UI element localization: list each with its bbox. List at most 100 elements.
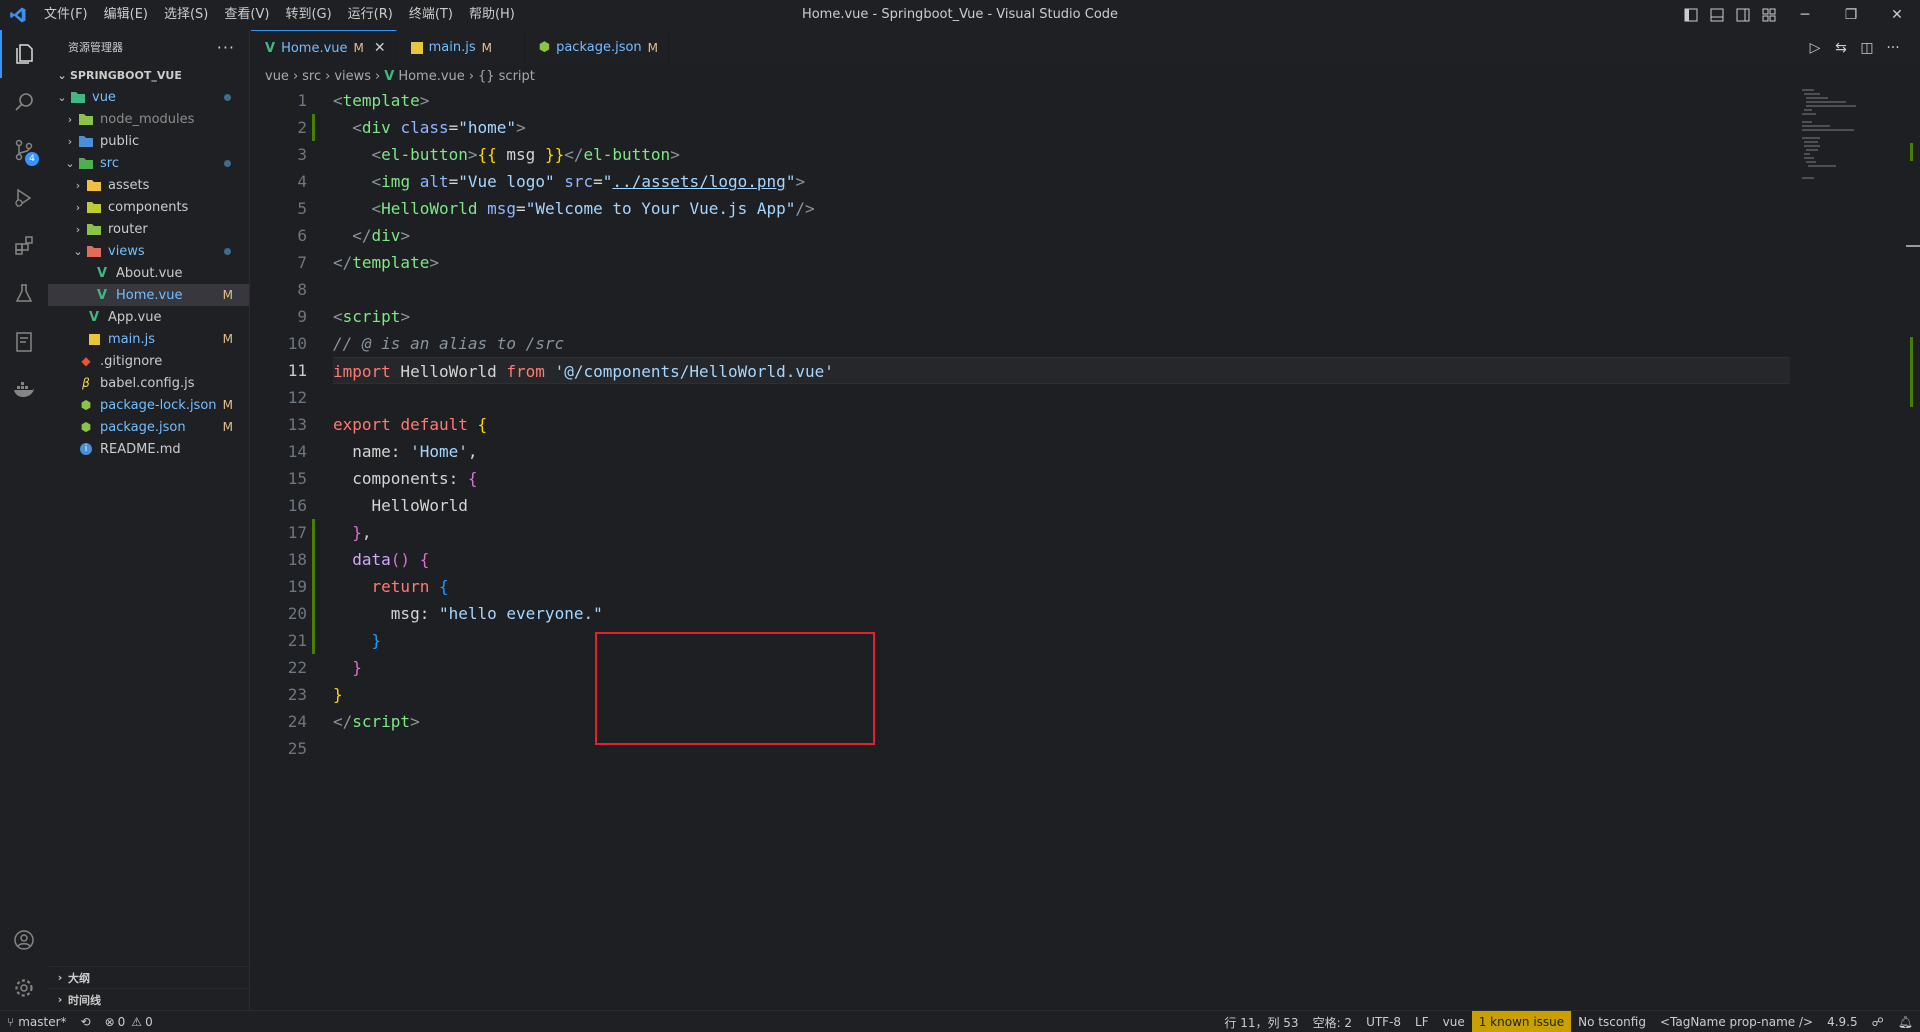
tree-item-assets[interactable]: › assets [48, 174, 249, 196]
code-line: data() { [352, 550, 430, 569]
toggle-primary-sidebar-icon[interactable] [1678, 0, 1704, 30]
git-change-marker [312, 519, 315, 654]
tree-item-src[interactable]: ⌄ src [48, 152, 249, 174]
menu-item[interactable]: 帮助(H) [461, 0, 523, 30]
breadcrumb-item[interactable]: src [302, 69, 321, 84]
tree-item-router[interactable]: › router [48, 218, 249, 240]
testing-icon[interactable] [0, 270, 48, 318]
breadcrumb-item[interactable]: vue [265, 69, 289, 84]
close-window-icon[interactable]: ✕ [1874, 0, 1920, 30]
code-line: name: 'Home', [333, 442, 478, 461]
chevron-down-icon: ⌄ [65, 156, 75, 170]
tree-item-label: About.vue [116, 265, 183, 281]
run-icon[interactable]: ▷ [1802, 40, 1828, 56]
minimap[interactable] [1800, 87, 1900, 207]
menu-item[interactable]: 转到(G) [277, 0, 339, 30]
tree-item-node-modules[interactable]: › node_modules [48, 108, 249, 130]
tree-item-package-lock-json[interactable]: ⬢ package-lock.json M [48, 394, 249, 416]
tree-item-main-js[interactable]: main.js M [48, 328, 249, 350]
breadcrumb-item[interactable]: views [334, 69, 371, 84]
tab-package-json[interactable]: ⬢ package.json M [525, 30, 670, 65]
split-editor-icon[interactable]: ◫ [1854, 40, 1880, 56]
menu-item[interactable]: 选择(S) [156, 0, 216, 30]
search-icon[interactable] [0, 78, 48, 126]
breadcrumb-item[interactable]: Home.vue [398, 69, 464, 84]
account-icon[interactable] [0, 916, 48, 964]
breadcrumb-item[interactable]: {} script [478, 69, 535, 84]
open-changes-icon[interactable]: ⇆ [1828, 40, 1854, 56]
line-number: 15 [287, 469, 307, 488]
tree-item-home-vue[interactable]: V Home.vue M [48, 284, 249, 306]
tree-item-public[interactable]: › public [48, 130, 249, 152]
feedback-icon[interactable]: ☍ [1865, 1011, 1891, 1032]
remote-explorer-icon[interactable] [0, 318, 48, 366]
line-number: 11 [287, 361, 307, 380]
tree-item-readme-md[interactable]: i README.md [48, 438, 249, 460]
customize-layout-icon[interactable] [1756, 0, 1782, 30]
docker-icon[interactable] [0, 366, 48, 414]
tree-item-label: vue [92, 89, 116, 105]
minimize-icon[interactable]: ─ [1782, 0, 1828, 30]
tree-item-views[interactable]: ⌄ views [48, 240, 249, 262]
menu-item[interactable]: 编辑(E) [96, 0, 156, 30]
cursor-position[interactable]: 行 11，列 53 [1217, 1011, 1305, 1032]
project-root[interactable]: ⌄ SPRINGBOOT_VUE [48, 64, 249, 86]
extensions-icon[interactable] [0, 222, 48, 270]
tree-item-label: node_modules [100, 111, 195, 127]
menu-item[interactable]: 终端(T) [401, 0, 461, 30]
folder-icon [86, 199, 102, 215]
timeline-section[interactable]: › 时间线 [48, 988, 250, 1010]
tree-item-components[interactable]: › components [48, 196, 249, 218]
end-of-line[interactable]: LF [1408, 1011, 1436, 1032]
chevron-down-icon: ⌄ [73, 244, 83, 258]
tree-item-about-vue[interactable]: V About.vue [48, 262, 249, 284]
ts-version[interactable]: 4.9.5 [1820, 1011, 1865, 1032]
notifications-bell-icon[interactable]: 🔔︎ [1891, 1011, 1920, 1032]
tree-item-label: package-lock.json [100, 397, 217, 413]
code-line: }, [352, 523, 372, 542]
close-tab-icon[interactable]: ✕ [374, 40, 386, 56]
settings-gear-icon[interactable] [0, 964, 48, 1012]
tree-item-vue[interactable]: ⌄ vue [48, 86, 249, 108]
tab-home-vue[interactable]: V Home.vue M ✕ [251, 30, 397, 65]
known-issue-badge[interactable]: 1 known issue [1471, 1011, 1572, 1032]
code-line: <script> [333, 307, 411, 326]
menu-item[interactable]: 运行(R) [340, 0, 401, 30]
outline-section[interactable]: › 大纲 [48, 966, 250, 988]
chevron-right-icon: › [75, 178, 81, 192]
code-content[interactable]: <template> <div class="home"> <el-button… [333, 87, 1790, 762]
language-mode[interactable]: vue [1436, 1011, 1472, 1032]
tree-item-label: App.vue [108, 309, 162, 325]
source-control-icon[interactable]: 4 [0, 126, 48, 174]
more-actions-icon[interactable]: ··· [217, 38, 235, 57]
tree-item-app-vue[interactable]: V App.vue [48, 306, 249, 328]
indentation[interactable]: 空格: 2 [1306, 1011, 1360, 1032]
branch-indicator[interactable]: ⑂ master* [0, 1011, 74, 1032]
tree-item-label: README.md [100, 441, 181, 457]
vscode-logo-icon [0, 0, 36, 30]
restore-icon[interactable]: ❐ [1828, 0, 1874, 30]
menu-item[interactable]: 查看(V) [216, 0, 277, 30]
line-number: 3 [297, 145, 307, 164]
line-number: 9 [297, 307, 307, 326]
code-line: } [352, 658, 362, 677]
run-debug-icon[interactable] [0, 174, 48, 222]
tab-main-js[interactable]: main.js M ✕ [397, 30, 525, 65]
line-number: 21 [287, 631, 307, 650]
tree-item-gitignore[interactable]: ◆ .gitignore [48, 350, 249, 372]
more-tab-actions-icon[interactable]: ··· [1880, 40, 1906, 56]
toggle-secondary-sidebar-icon[interactable] [1730, 0, 1756, 30]
code-editor[interactable]: 1 2 3 4 5 6 7 8 9 10 11 12 13 14 15 16 17 18 19 20 21 22 23 24 2… [251, 87, 1920, 1010]
toggle-panel-icon[interactable] [1704, 0, 1730, 30]
problems-indicator[interactable]: ⊗ 0 ⚠ 0 [98, 1011, 160, 1032]
menu-item[interactable]: 文件(F) [36, 0, 96, 30]
tag-name-mode[interactable]: <TagName prop-name /> [1653, 1011, 1820, 1032]
tsconfig-status[interactable]: No tsconfig [1571, 1011, 1653, 1032]
sync-icon[interactable]: ⟲ [74, 1011, 98, 1032]
files-icon[interactable] [0, 30, 48, 78]
encoding[interactable]: UTF-8 [1359, 1011, 1408, 1032]
tree-item-babel-config-js[interactable]: β babel.config.js [48, 372, 249, 394]
vertical-scrollbar[interactable] [1906, 87, 1920, 1010]
tree-item-package-json[interactable]: ⬢ package.json M [48, 416, 249, 438]
activity-bar: 4 [0, 30, 48, 1010]
